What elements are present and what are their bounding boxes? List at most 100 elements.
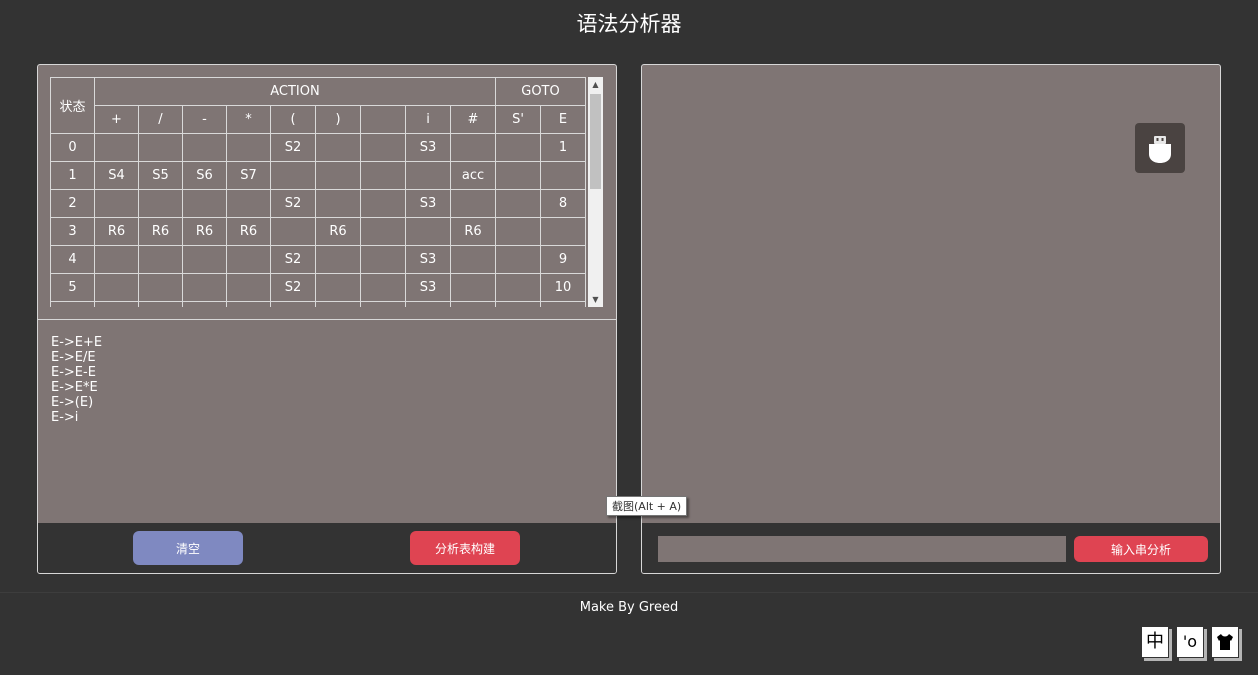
clear-button[interactable]: 清空 [133, 531, 243, 565]
build-table-button[interactable]: 分析表构建 [410, 531, 520, 565]
column-header: # [450, 105, 496, 134]
table-cell: S2 [270, 273, 316, 302]
column-header: i [405, 105, 451, 134]
table-cell [315, 273, 361, 302]
table-cell [226, 245, 271, 274]
state-cell: 3 [50, 217, 95, 246]
table-cell [182, 301, 227, 307]
table-cell: S3 [405, 273, 451, 302]
shirt-icon[interactable] [1211, 626, 1239, 658]
table-cell [182, 133, 227, 162]
table-cell: S4 [94, 161, 139, 190]
table-cell [360, 161, 406, 190]
footer-divider [0, 592, 1258, 593]
table-row: 3 R6 R6 R6 R6 R6 R6 [50, 217, 586, 246]
column-header: * [226, 105, 271, 134]
table-cell: R6 [226, 217, 271, 246]
scroll-up-arrow-icon[interactable]: ▲ [588, 77, 603, 92]
panel-divider [38, 319, 616, 320]
table-cell: S6 [182, 161, 227, 190]
table-row: 2 S2 S3 8 [50, 189, 586, 218]
table-cell: R6 [315, 217, 361, 246]
goto-header: GOTO [495, 77, 586, 106]
table-cell [540, 301, 586, 307]
table-cell: S7 [226, 161, 271, 190]
table-row: 4 S2 S3 9 [50, 245, 586, 274]
table-cell [315, 301, 361, 307]
column-header: ) [315, 105, 361, 134]
table-cell [495, 161, 541, 190]
scroll-down-arrow-icon[interactable]: ▼ [588, 292, 603, 307]
column-header: - [182, 105, 227, 134]
action-header: ACTION [94, 77, 496, 106]
table-cell [450, 133, 496, 162]
column-header: / [138, 105, 183, 134]
table-cell [495, 301, 541, 307]
table-cell [226, 133, 271, 162]
table-cell [94, 133, 139, 162]
table-cell [138, 189, 183, 218]
table-cell [315, 133, 361, 162]
table-cell [360, 273, 406, 302]
table-cell [360, 189, 406, 218]
right-panel: 输入串分析 [641, 64, 1221, 574]
app-title: 语法分析器 [576, 12, 682, 36]
table-row: 5 S2 S3 10 [50, 273, 586, 302]
table-cell [405, 301, 451, 307]
table-cell [94, 245, 139, 274]
table-cell [94, 273, 139, 302]
table-cell: S3 [405, 189, 451, 218]
table-cell [138, 133, 183, 162]
table-cell [315, 161, 361, 190]
table-row: 0 S2 S3 1 [50, 133, 586, 162]
table-cell: 8 [540, 189, 586, 218]
screenshot-tooltip: 截图(Alt + A) [606, 496, 688, 516]
analyze-string-button[interactable]: 输入串分析 [1074, 536, 1208, 562]
usb-drive-icon[interactable] [1135, 123, 1185, 173]
table-cell [182, 189, 227, 218]
table-scrollbar[interactable]: ▲ ▼ [588, 77, 603, 307]
table-cell [270, 161, 316, 190]
table-cell [540, 161, 586, 190]
table-cell [138, 301, 183, 307]
table-cell [495, 217, 541, 246]
table-cell [270, 301, 316, 307]
table-cell [450, 301, 496, 307]
table-cell: S2 [270, 133, 316, 162]
column-header: S' [495, 105, 541, 134]
state-header: 状态 [50, 77, 95, 134]
table-cell [360, 133, 406, 162]
table-row: 1 S4 S5 S6 S7 acc [50, 161, 586, 190]
table-cell: R6 [94, 217, 139, 246]
table-cell [450, 189, 496, 218]
table-cell [226, 301, 271, 307]
table-cell [540, 217, 586, 246]
table-cell [360, 217, 406, 246]
column-header: ( [270, 105, 316, 134]
left-panel: 状态 ACTION GOTO + / - *() i # S' E 0 S2 S3 1 1 S4 S5 S6… [37, 64, 617, 574]
table-cell: 1 [540, 133, 586, 162]
scroll-thumb[interactable] [590, 94, 601, 189]
column-header-row: + / - *() i # S' E [51, 105, 586, 134]
ime-punctuation-button[interactable]: 'o [1176, 626, 1204, 658]
table-cell: S2 [270, 245, 316, 274]
ime-chinese-button[interactable]: 中 [1141, 626, 1169, 658]
table-cell: S3 [405, 245, 451, 274]
table-cell: R6 [138, 217, 183, 246]
table-cell [495, 133, 541, 162]
right-panel-toolbar: 输入串分析 [642, 523, 1220, 573]
parse-table-body: 0 S2 S3 1 1 S4 S5 S6 S7 acc 2 S2 S3 8 3 R6 R6 R6 R6 R6 R6 4 S2… [50, 133, 586, 307]
state-cell: 1 [50, 161, 95, 190]
parse-table-scroll-area[interactable]: 状态 ACTION GOTO + / - *() i # S' E 0 S2 S3 1 1 S4 S5 S6… [50, 77, 604, 307]
table-cell [138, 273, 183, 302]
input-string-field[interactable] [658, 536, 1066, 562]
state-cell [50, 301, 95, 307]
table-cell [360, 245, 406, 274]
grammar-text[interactable]: E->E+E E->E/E E->E-E E->E*E E->(E) E->i [51, 335, 102, 425]
table-cell [138, 245, 183, 274]
table-cell [226, 189, 271, 218]
footer-credit: Make By Greed [579, 600, 679, 615]
table-cell [94, 189, 139, 218]
table-cell [450, 273, 496, 302]
table-cell [360, 301, 406, 307]
